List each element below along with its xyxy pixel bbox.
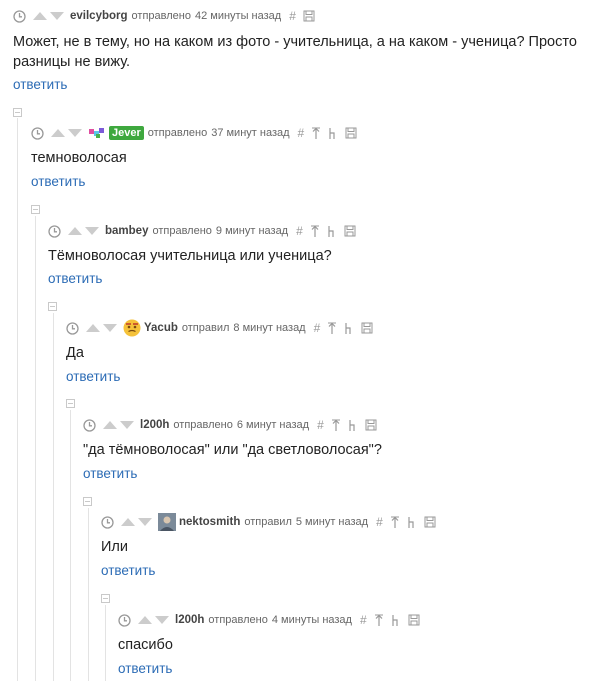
timestamp[interactable]: 4 минуты назад: [272, 614, 352, 626]
clock-icon[interactable]: [66, 321, 79, 335]
comment-text: "да тёмноволосая" или "да светловолосая"…: [83, 442, 382, 458]
collapse-toggle[interactable]: [101, 594, 110, 603]
timestamp[interactable]: 6 минут назад: [237, 419, 309, 431]
vote-arrows-icon[interactable]: [50, 127, 84, 139]
thread-line: [53, 313, 54, 681]
username[interactable]: l200h: [175, 614, 204, 626]
avatar-icon[interactable]: [158, 513, 176, 531]
thread-branch-icon[interactable]: [327, 225, 337, 238]
action-text: отправлено: [173, 419, 233, 431]
thread-line: [35, 216, 36, 681]
clock-icon[interactable]: [31, 126, 44, 140]
reply-link[interactable]: ответить: [31, 174, 85, 189]
hash-icon[interactable]: #: [298, 126, 305, 140]
go-to-parent-icon[interactable]: [311, 127, 321, 140]
save-icon[interactable]: [361, 322, 373, 334]
go-to-parent-icon[interactable]: [310, 225, 320, 238]
clock-icon[interactable]: [118, 613, 131, 627]
username[interactable]: evilcyborg: [70, 10, 128, 22]
vote-arrows-icon[interactable]: [85, 322, 119, 334]
hash-icon[interactable]: #: [317, 418, 324, 432]
save-icon[interactable]: [408, 614, 420, 626]
action-text: отправил: [181, 322, 230, 334]
hash-icon[interactable]: #: [360, 613, 367, 627]
vote-arrows-icon[interactable]: [67, 225, 101, 237]
thread-branch-icon[interactable]: [328, 127, 338, 140]
vote-arrows-icon[interactable]: [137, 614, 171, 626]
save-icon[interactable]: [344, 225, 356, 237]
action-text: отправлено: [131, 10, 191, 22]
save-icon[interactable]: [303, 10, 315, 22]
timestamp[interactable]: 9 минут назад: [216, 225, 288, 237]
comment-text: спасибо: [118, 637, 173, 653]
avatar-icon[interactable]: [88, 124, 106, 142]
thread-branch-icon[interactable]: [344, 322, 354, 335]
hash-icon[interactable]: #: [296, 224, 303, 238]
comment-text: Или: [101, 539, 128, 555]
comment-header: Yacub отправил 8 минут назад #: [66, 318, 380, 338]
collapse-toggle[interactable]: [66, 399, 75, 408]
reply-link[interactable]: ответить: [101, 563, 155, 578]
avatar-icon[interactable]: [123, 319, 141, 337]
username[interactable]: l200h: [140, 419, 169, 431]
hash-icon[interactable]: #: [314, 321, 321, 335]
go-to-parent-icon[interactable]: [327, 322, 337, 335]
thread-line: [70, 410, 71, 681]
action-text: отправил: [244, 516, 292, 528]
timestamp[interactable]: 8 минут назад: [233, 322, 305, 334]
username[interactable]: Jever: [109, 126, 144, 140]
thread-branch-icon[interactable]: [348, 419, 358, 432]
action-text: отправлено: [152, 225, 212, 237]
hash-icon[interactable]: #: [289, 9, 296, 23]
vote-arrows-icon[interactable]: [120, 516, 154, 528]
go-to-parent-icon[interactable]: [374, 614, 384, 627]
collapse-toggle[interactable]: [83, 497, 92, 506]
reply-link[interactable]: ответить: [48, 271, 102, 286]
timestamp[interactable]: 37 минут назад: [211, 127, 289, 139]
comment-header: Jever отправлено 37 минут назад #: [31, 123, 364, 143]
save-icon[interactable]: [345, 127, 357, 139]
vote-arrows-icon[interactable]: [32, 10, 66, 22]
timestamp[interactable]: 42 минуты назад: [195, 10, 281, 22]
comment-header: bambey отправлено 9 минут назад #: [48, 221, 363, 241]
comment-header: l200h отправлено 6 минут назад #: [83, 415, 384, 435]
collapse-toggle[interactable]: [31, 205, 40, 214]
reply-link[interactable]: ответить: [66, 369, 120, 384]
username[interactable]: Yacub: [144, 322, 178, 334]
hash-icon[interactable]: #: [376, 515, 383, 529]
go-to-parent-icon[interactable]: [390, 516, 400, 529]
comment-text: Может, не в тему, но на каком из фото - …: [13, 34, 577, 70]
clock-icon[interactable]: [13, 9, 26, 23]
collapse-toggle[interactable]: [48, 302, 57, 311]
save-icon[interactable]: [424, 516, 436, 528]
comment-header: nektosmith отправил 5 минут назад #: [101, 512, 443, 532]
clock-icon[interactable]: [83, 418, 96, 432]
reply-link[interactable]: ответить: [83, 466, 137, 481]
reply-link[interactable]: ответить: [13, 77, 67, 92]
clock-icon[interactable]: [101, 515, 114, 529]
comment-text: темноволосая: [31, 150, 127, 166]
comment-text: Да: [66, 345, 84, 361]
comment-header: l200h отправлено 4 минуты назад #: [118, 610, 427, 630]
thread-line: [17, 118, 18, 681]
action-text: отправлено: [147, 127, 208, 139]
action-text: отправлено: [208, 614, 268, 626]
reply-link[interactable]: ответить: [118, 661, 172, 676]
save-icon[interactable]: [365, 419, 377, 431]
username[interactable]: bambey: [105, 225, 148, 237]
username[interactable]: nektosmith: [179, 516, 240, 528]
timestamp[interactable]: 5 минут назад: [296, 516, 368, 528]
thread-branch-icon[interactable]: [391, 614, 401, 627]
clock-icon[interactable]: [48, 224, 61, 238]
thread-line: [88, 508, 89, 681]
comment-header: evilcyborg отправлено 42 минуты назад #: [13, 6, 322, 26]
go-to-parent-icon[interactable]: [331, 419, 341, 432]
thread-line: [105, 605, 106, 681]
thread-branch-icon[interactable]: [407, 516, 417, 529]
collapse-toggle[interactable]: [13, 108, 22, 117]
vote-arrows-icon[interactable]: [102, 419, 136, 431]
comment-text: Тёмноволосая учительница или ученица?: [48, 248, 332, 264]
